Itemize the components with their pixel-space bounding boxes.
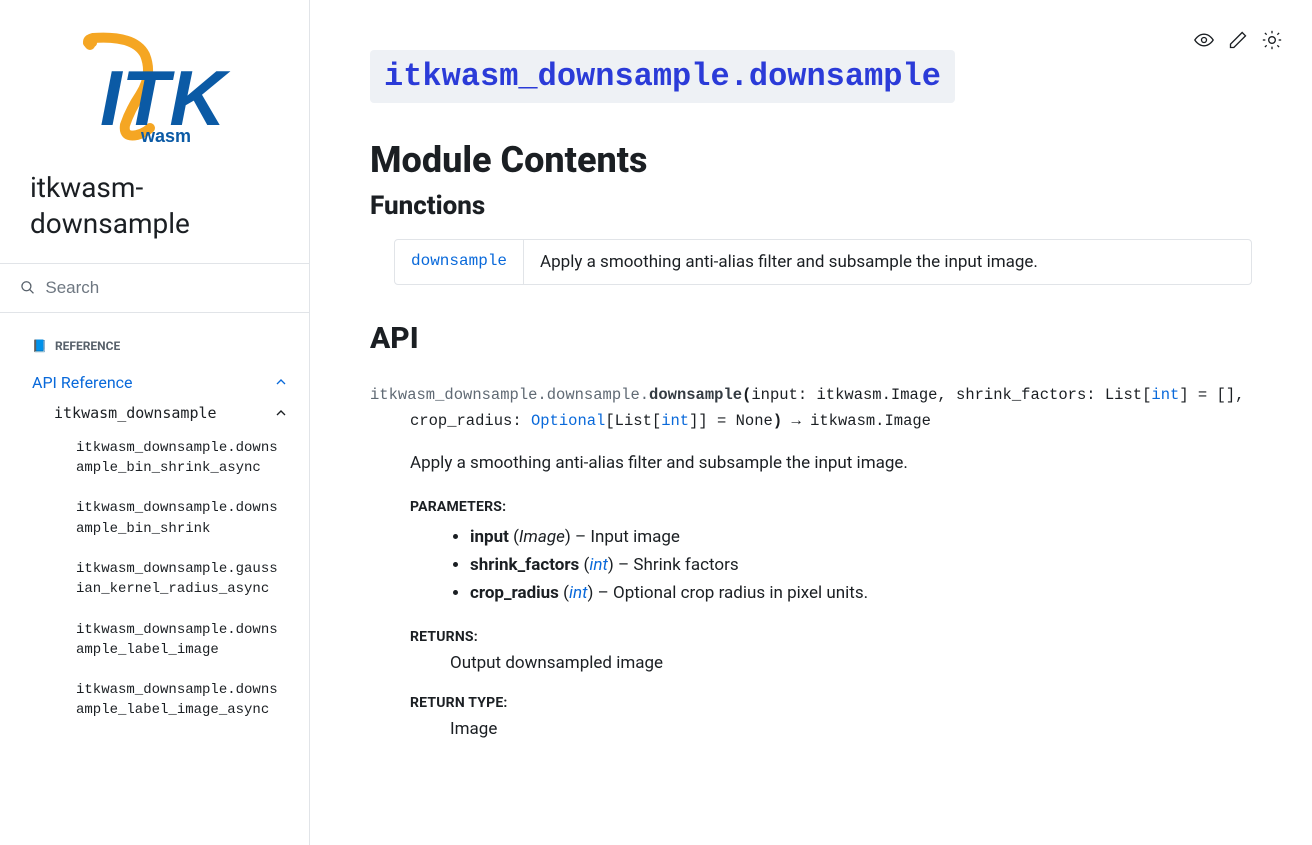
nav-sub-item[interactable]: itkwasm_downsample.gaussian_kernel_radiu… — [76, 549, 289, 610]
module-contents-heading: Module Contents — [370, 139, 1252, 181]
book-icon: 📘 — [32, 339, 47, 353]
nav-item-module[interactable]: itkwasm_downsample — [54, 398, 289, 428]
functions-heading: Functions — [370, 191, 1252, 221]
svg-text:wasm: wasm — [140, 126, 191, 146]
func-desc: Apply a smoothing anti-alias filter and … — [524, 240, 1054, 284]
param-item: input (Image) – Input image — [470, 523, 1252, 551]
nav-sub-item[interactable]: itkwasm_downsample.downsample_bin_shrink — [76, 488, 289, 549]
return-type-label: RETURN TYPE: — [410, 695, 1252, 711]
functions-table: downsample Apply a smoothing anti-alias … — [394, 239, 1252, 285]
logo-area: ITK wasm itkwasm-downsample — [0, 0, 309, 263]
nav: 📘 REFERENCE API Reference itkwasm_downsa… — [0, 313, 309, 751]
parameters-label: PARAMETERS: — [410, 499, 1252, 515]
return-type-body: Image — [450, 719, 1252, 739]
brand-title[interactable]: itkwasm-downsample — [30, 170, 279, 243]
main-content: itkwasm_downsample.downsample Module Con… — [310, 0, 1312, 845]
param-item: shrink_factors (int) – Shrink factors — [470, 551, 1252, 579]
returns-body: Output downsampled image — [450, 653, 1252, 673]
sun-icon[interactable] — [1262, 30, 1282, 50]
sidebar: ITK wasm itkwasm-downsample 📘 REFERENCE … — [0, 0, 310, 845]
nav-sub-item[interactable]: itkwasm_downsample.downsample_label_imag… — [76, 670, 289, 731]
func-name-link[interactable]: downsample — [395, 240, 524, 284]
chevron-up-icon — [273, 374, 289, 390]
search-row[interactable] — [0, 263, 309, 313]
module-title[interactable]: itkwasm_downsample.downsample — [370, 50, 955, 103]
subsubnav: itkwasm_downsample.downsample_bin_shrink… — [54, 428, 289, 731]
view-source-icon[interactable] — [1194, 30, 1214, 50]
returns-label: RETURNS: — [410, 629, 1252, 645]
itk-wasm-logo: ITK wasm — [45, 30, 265, 150]
subnav: itkwasm_downsample itkwasm_downsample.do… — [32, 398, 289, 731]
nav-item-api-reference[interactable]: API Reference — [32, 367, 289, 398]
search-input[interactable] — [45, 278, 289, 298]
parameters-list: input (Image) – Input image shrink_facto… — [470, 523, 1252, 607]
param-item: crop_radius (int) – Optional crop radius… — [470, 579, 1252, 607]
edit-icon[interactable] — [1228, 30, 1248, 50]
api-heading: API — [370, 321, 1252, 356]
toolbar — [1194, 30, 1282, 50]
nav-heading-reference: 📘 REFERENCE — [32, 339, 289, 353]
search-icon — [20, 279, 35, 296]
nav-sub-item[interactable]: itkwasm_downsample.downsample_bin_shrink… — [76, 428, 289, 489]
function-signature: itkwasm_downsample.downsample.downsample… — [370, 382, 1252, 435]
nav-sub-item[interactable]: itkwasm_downsample.downsample_label_imag… — [76, 610, 289, 671]
api-description: Apply a smoothing anti-alias filter and … — [410, 453, 1252, 473]
chevron-up-icon — [273, 405, 289, 421]
